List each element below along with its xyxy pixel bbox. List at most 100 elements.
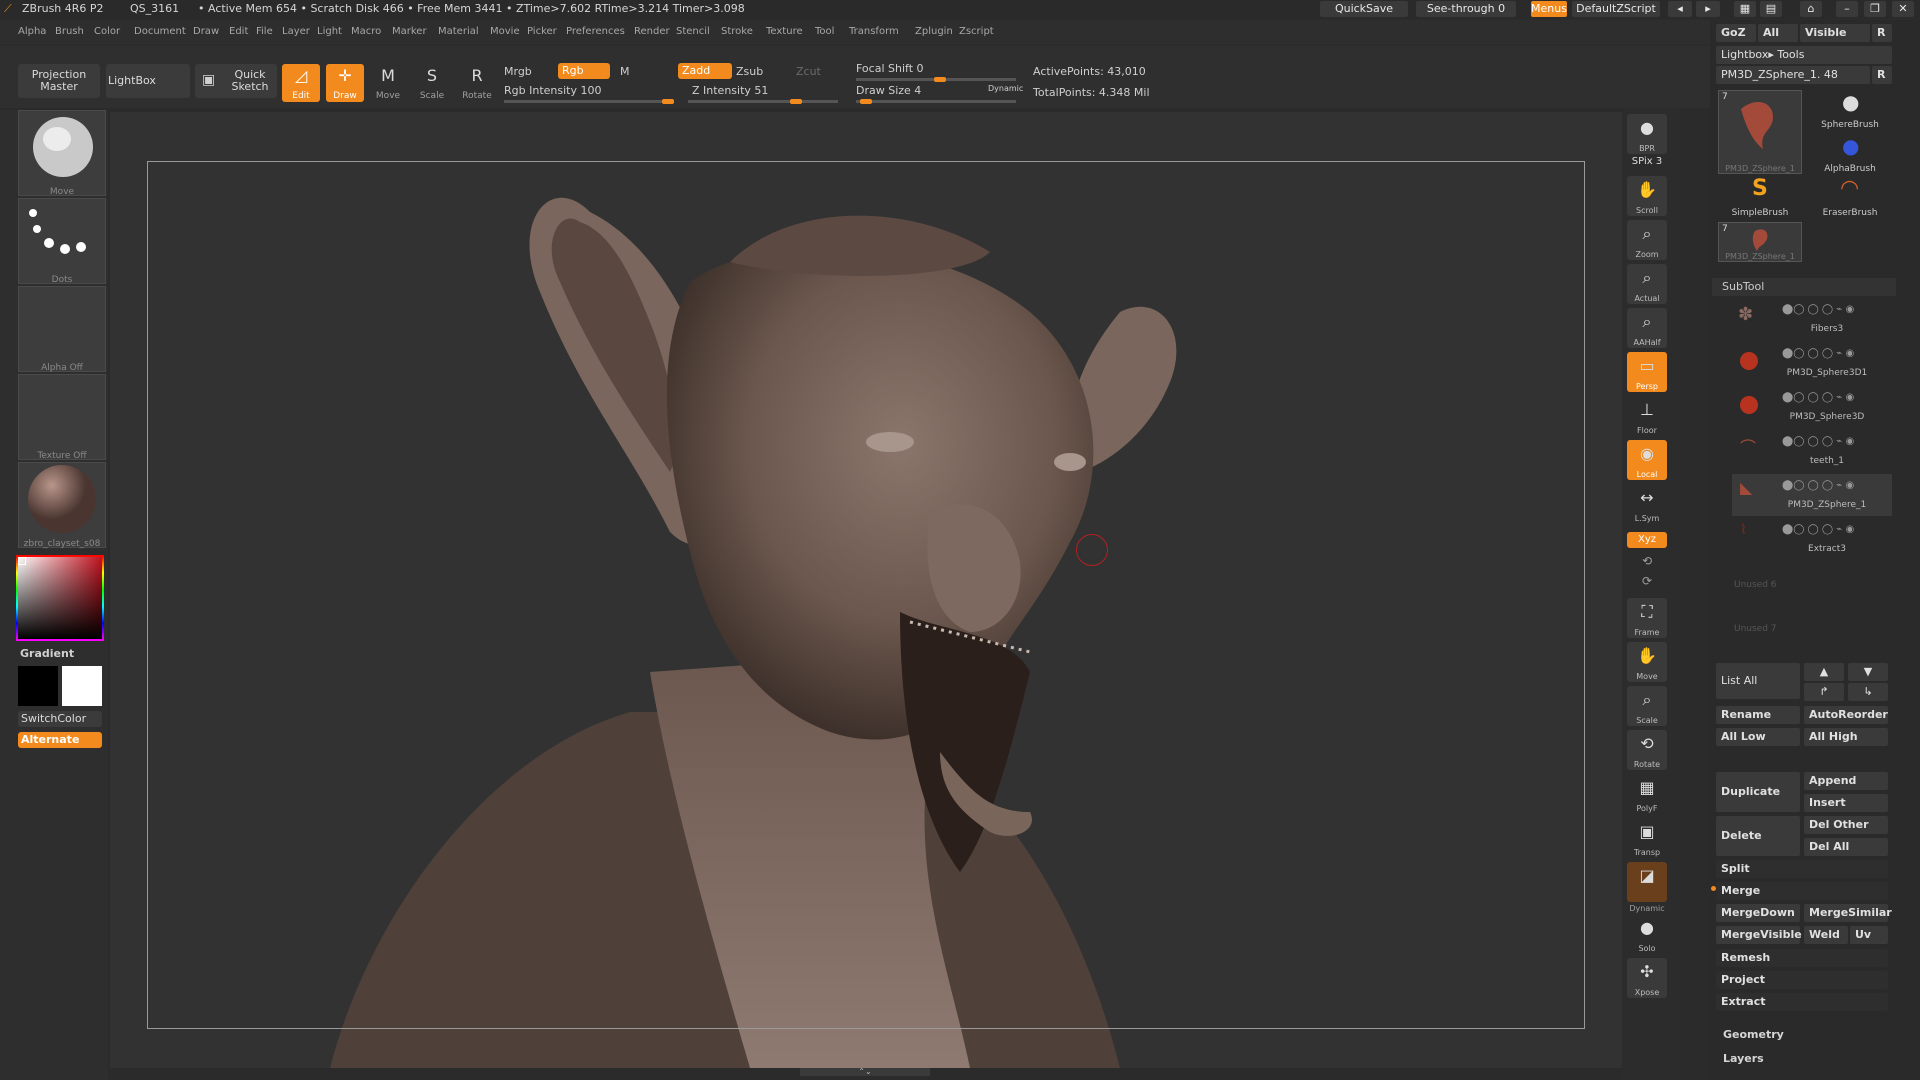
z-intensity-slider[interactable] bbox=[688, 99, 838, 104]
material-thumbnail[interactable]: zbro_clayset_s08 bbox=[18, 462, 106, 549]
actual-button[interactable]: ⌕ Actual bbox=[1627, 264, 1667, 304]
second-tool-thumbnail[interactable]: 7 PM3D_ZSphere_1 bbox=[1718, 222, 1802, 262]
del-all-button[interactable]: Del All bbox=[1804, 838, 1888, 856]
quicksave-button[interactable]: QuickSave bbox=[1320, 1, 1408, 17]
subtool-toggles[interactable]: ⬤◯ ◯ ◯ ⌁ ◉ bbox=[1782, 480, 1854, 491]
geometry-subpalette[interactable]: Geometry bbox=[1723, 1028, 1784, 1041]
menu-file[interactable]: File bbox=[256, 26, 273, 37]
merge-section[interactable]: Merge bbox=[1716, 882, 1888, 900]
scale-mode-button[interactable]: S Scale bbox=[414, 64, 450, 102]
projection-master-button[interactable]: Projection Master bbox=[18, 64, 100, 98]
menu-texture[interactable]: Texture bbox=[766, 26, 803, 37]
move-down-icon[interactable]: ▼ bbox=[1848, 663, 1888, 681]
move-view-button[interactable]: ✋ Move bbox=[1627, 642, 1667, 682]
move-up-icon[interactable]: ▲ bbox=[1804, 663, 1844, 681]
rgb-toggle[interactable]: Rgb bbox=[558, 63, 610, 79]
menu-light[interactable]: Light bbox=[317, 26, 342, 37]
subtool-row-teeth[interactable]: ⌒ ⬤◯ ◯ ◯ ⌁ ◉ teeth_1 bbox=[1732, 430, 1892, 472]
layout2-icon[interactable]: ▤ bbox=[1760, 1, 1782, 17]
menu-document[interactable]: Document bbox=[134, 26, 186, 37]
stepper-left-icon[interactable]: ◂ bbox=[1668, 1, 1692, 17]
move-mode-button[interactable]: M Move bbox=[370, 64, 406, 102]
autoreorder-button[interactable]: AutoReorder bbox=[1804, 706, 1888, 724]
tool-r-button[interactable]: R bbox=[1872, 66, 1892, 84]
rotate-view-button[interactable]: ⟲ Rotate bbox=[1627, 730, 1667, 770]
m-toggle[interactable]: M bbox=[620, 65, 630, 78]
zadd-toggle[interactable]: Zadd bbox=[678, 63, 732, 79]
color-picker[interactable] bbox=[16, 555, 104, 641]
frame-button[interactable]: ⛶ Frame bbox=[1627, 598, 1667, 638]
subtool-toggles[interactable]: ⬤◯ ◯ ◯ ⌁ ◉ bbox=[1782, 348, 1854, 359]
ghost-button[interactable]: ◪ bbox=[1627, 862, 1667, 902]
weld-toggle[interactable]: Weld bbox=[1804, 926, 1848, 944]
current-tool-thumbnail[interactable]: 7 PM3D_ZSphere_1 bbox=[1718, 90, 1802, 174]
stepper-right-icon[interactable]: ▸ bbox=[1696, 1, 1720, 17]
lightbox-button[interactable]: LightBox bbox=[106, 64, 190, 98]
extract-section[interactable]: Extract bbox=[1716, 993, 1888, 1011]
goz-button[interactable]: GoZ bbox=[1716, 24, 1756, 42]
subtool-row-sphere3d1[interactable]: ⬤◯ ◯ ◯ ⌁ ◉ PM3D_Sphere3D1 bbox=[1732, 342, 1892, 384]
see-through-slider[interactable]: See-through 0 bbox=[1416, 1, 1516, 17]
menu-picker[interactable]: Picker bbox=[527, 26, 557, 37]
menu-transform[interactable]: Transform bbox=[849, 26, 899, 37]
subtool-row-fibers3[interactable]: ✽ ⬤◯ ◯ ◯ ⌁ ◉ Fibers3 bbox=[1732, 298, 1892, 340]
rotate-y-icon[interactable]: ⟲ bbox=[1627, 554, 1667, 568]
duplicate-button[interactable]: Duplicate bbox=[1716, 772, 1800, 812]
transp-button[interactable]: ▣ Transp bbox=[1627, 818, 1667, 858]
subtool-row-sphere3d[interactable]: ⬤◯ ◯ ◯ ⌁ ◉ PM3D_Sphere3D bbox=[1732, 386, 1892, 428]
menu-stencil[interactable]: Stencil bbox=[676, 26, 710, 37]
rotate-mode-button[interactable]: R Rotate bbox=[458, 64, 496, 102]
menu-zscript[interactable]: Zscript bbox=[959, 26, 994, 37]
polyf-button[interactable]: ▦ PolyF bbox=[1627, 774, 1667, 814]
mergesimilar-button[interactable]: MergeSimilar bbox=[1804, 904, 1892, 922]
xyz-toggle[interactable]: Xyz bbox=[1627, 532, 1667, 548]
project-section[interactable]: Project bbox=[1716, 971, 1888, 989]
goz-all-button[interactable]: All bbox=[1758, 24, 1798, 42]
rgb-intensity-slider[interactable] bbox=[504, 99, 674, 104]
lsym-button[interactable]: ↔ L.Sym bbox=[1627, 484, 1667, 524]
default-zscript-button[interactable]: DefaultZScript bbox=[1572, 1, 1660, 17]
arrow-up-right-icon[interactable]: ↱ bbox=[1804, 683, 1844, 701]
menu-color[interactable]: Color bbox=[94, 26, 120, 37]
sphere-brush-tool[interactable]: ● SphereBrush bbox=[1808, 90, 1892, 130]
layers-subpalette[interactable]: Layers bbox=[1723, 1052, 1764, 1065]
subtool-row-extract3[interactable]: ⌇ ⬤◯ ◯ ◯ ⌁ ◉ Extract3 bbox=[1732, 518, 1892, 560]
texture-thumbnail[interactable]: Texture Off bbox=[18, 374, 106, 461]
bottom-tray-handle[interactable]: ⌃⌄ bbox=[800, 1068, 930, 1076]
all-low-button[interactable]: All Low bbox=[1716, 728, 1800, 746]
minimize-icon[interactable]: – bbox=[1836, 1, 1858, 17]
lightbox-tools-button[interactable]: Lightbox▸ Tools bbox=[1716, 46, 1892, 64]
floor-button[interactable]: ⊥ Floor bbox=[1627, 396, 1667, 436]
goz-visible-button[interactable]: Visible bbox=[1800, 24, 1870, 42]
lock-icon[interactable]: ⌂ bbox=[1800, 1, 1822, 17]
zoom-button[interactable]: ⌕ Zoom bbox=[1627, 220, 1667, 260]
stroke-thumbnail[interactable]: Dots bbox=[18, 198, 106, 285]
goz-r-button[interactable]: R bbox=[1872, 24, 1892, 42]
local-button[interactable]: ◉ Local bbox=[1627, 440, 1667, 480]
menu-tool[interactable]: Tool bbox=[815, 26, 834, 37]
aahalf-button[interactable]: ⌕ AAHalf bbox=[1627, 308, 1667, 348]
insert-button[interactable]: Insert bbox=[1804, 794, 1888, 812]
mergedown-button[interactable]: MergeDown bbox=[1716, 904, 1800, 922]
subtool-row-zsphere-selected[interactable]: ◣ ⬤◯ ◯ ◯ ⌁ ◉ PM3D_ZSphere_1 bbox=[1732, 474, 1892, 516]
zsub-toggle[interactable]: Zsub bbox=[736, 65, 763, 78]
rename-button[interactable]: Rename bbox=[1716, 706, 1800, 724]
arrow-down-right-icon[interactable]: ↳ bbox=[1848, 683, 1888, 701]
menu-marker[interactable]: Marker bbox=[392, 26, 427, 37]
menu-movie[interactable]: Movie bbox=[490, 26, 520, 37]
color-picker-cursor[interactable] bbox=[18, 557, 26, 565]
current-tool-slider[interactable]: PM3D_ZSphere_1. 48 bbox=[1716, 66, 1870, 84]
subtool-toggles[interactable]: ⬤◯ ◯ ◯ ⌁ ◉ bbox=[1782, 304, 1854, 315]
spix-slider[interactable]: SPix 3 bbox=[1627, 156, 1667, 167]
mergevisible-button[interactable]: MergeVisible bbox=[1716, 926, 1802, 944]
menu-render[interactable]: Render bbox=[634, 26, 670, 37]
gradient-label[interactable]: Gradient bbox=[20, 647, 74, 660]
mrgb-toggle[interactable]: Mrgb bbox=[504, 65, 532, 78]
menu-stroke[interactable]: Stroke bbox=[721, 26, 753, 37]
solo-button[interactable]: ● Solo bbox=[1627, 914, 1667, 954]
rotate-z-icon[interactable]: ⟳ bbox=[1627, 574, 1667, 588]
menu-layer[interactable]: Layer bbox=[282, 26, 310, 37]
remesh-section[interactable]: Remesh bbox=[1716, 949, 1888, 967]
draw-size-slider[interactable] bbox=[856, 99, 1016, 104]
menu-edit[interactable]: Edit bbox=[229, 26, 248, 37]
